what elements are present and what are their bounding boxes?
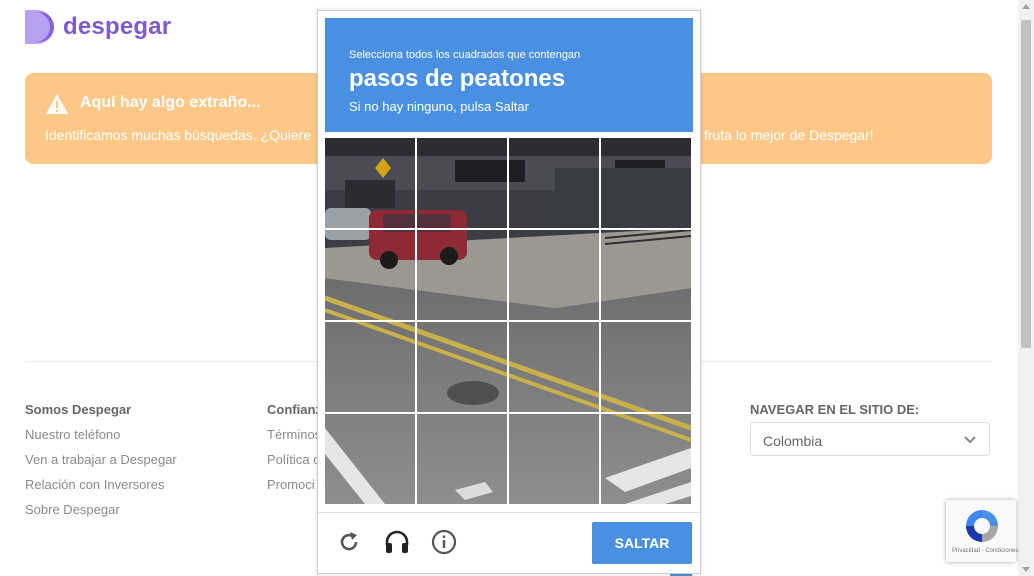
- footer-link-inversores[interactable]: Relación con Inversores: [25, 477, 177, 502]
- scrollbar-thumb[interactable]: [1021, 20, 1031, 348]
- captcha-tile-10[interactable]: [417, 322, 507, 412]
- warning-icon: [45, 93, 69, 120]
- country-select-value: Colombia: [763, 433, 823, 449]
- reload-icon[interactable]: [336, 529, 362, 560]
- footer-link-terminos[interactable]: Términos: [267, 427, 322, 452]
- scroll-up-icon[interactable]: [1022, 4, 1030, 9]
- footer-link-telefono[interactable]: Nuestro teléfono: [25, 427, 177, 452]
- brand-logo[interactable]: despegar: [25, 10, 171, 44]
- country-select[interactable]: Colombia: [750, 422, 990, 456]
- captcha-tile-14[interactable]: [417, 414, 507, 504]
- footer-link-promociones[interactable]: Promoci: [267, 477, 322, 502]
- footer-link-sobre[interactable]: Sobre Despegar: [25, 502, 177, 527]
- captcha-tile-2[interactable]: [417, 138, 507, 228]
- captcha-target: pasos de peatones: [349, 65, 566, 92]
- captcha-tile-7[interactable]: [509, 230, 599, 320]
- recaptcha-logo-icon: [962, 506, 1002, 551]
- captcha-tile-16[interactable]: [601, 414, 691, 504]
- alert-text: Identificamos muchas búsquedas. ¿Quiere: [45, 127, 312, 143]
- alert-title: Aquí hay algo extraño...: [80, 94, 261, 111]
- recaptcha-badge[interactable]: Privacidad - Condiciones: [946, 500, 1018, 562]
- captcha-tile-4[interactable]: [601, 138, 691, 228]
- alert-text-continued: fruta lo mejor de Despegar!: [704, 127, 874, 143]
- footer-link-politica[interactable]: Política c: [267, 452, 322, 477]
- captcha-header: Selecciona todos los cuadrados que conte…: [325, 18, 693, 132]
- captcha-tile-5[interactable]: [325, 230, 415, 320]
- footer-link-trabajar[interactable]: Ven a trabajar a Despegar: [25, 452, 177, 477]
- despegar-logo-icon: [25, 10, 57, 44]
- info-icon[interactable]: [431, 529, 457, 560]
- skip-button[interactable]: SALTAR: [592, 522, 692, 564]
- captcha-tile-15[interactable]: [509, 414, 599, 504]
- captcha-tile-1[interactable]: [325, 138, 415, 228]
- captcha-footer-divider: [318, 512, 700, 513]
- navigate-site-title: NAVEGAR EN EL SITIO DE:: [750, 402, 920, 417]
- captcha-instruction: Selecciona todos los cuadrados que conte…: [349, 49, 581, 61]
- footer-heading: Confianz: [267, 402, 322, 417]
- captcha-tile-9[interactable]: [325, 322, 415, 412]
- captcha-tile-3[interactable]: [509, 138, 599, 228]
- recaptcha-terms[interactable]: Privacidad - Condiciones: [952, 548, 1018, 554]
- audio-icon[interactable]: [384, 529, 410, 560]
- scroll-down-icon[interactable]: [1022, 567, 1030, 572]
- chevron-down-icon: [963, 432, 977, 451]
- captcha-tile-11[interactable]: [509, 322, 599, 412]
- captcha-tile-13[interactable]: [325, 414, 415, 504]
- captcha-tile-6[interactable]: [417, 230, 507, 320]
- captcha-tile-12[interactable]: [601, 322, 691, 412]
- captcha-image-grid: [325, 138, 691, 504]
- brand-name: despegar: [63, 13, 172, 40]
- footer-column-confianza: Confianz Términos Política c Promoci: [267, 402, 322, 502]
- page-scrollbar[interactable]: [1018, 0, 1034, 576]
- captcha-hint: Si no hay ninguno, pulsa Saltar: [349, 99, 529, 114]
- captcha-tile-8[interactable]: [601, 230, 691, 320]
- captcha-challenge: Selecciona todos los cuadrados que conte…: [317, 10, 701, 574]
- footer-heading: Somos Despegar: [25, 402, 132, 417]
- footer-column-somos: Somos Despegar Nuestro teléfono Ven a tr…: [25, 402, 177, 527]
